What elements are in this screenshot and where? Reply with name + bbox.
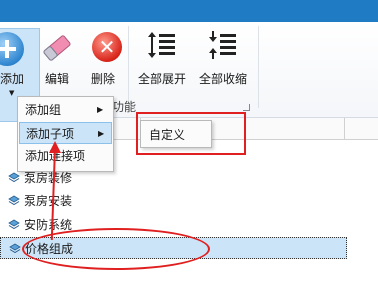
expand-all-button[interactable]: 全部展开 (134, 28, 190, 86)
delete-x-icon: ✕ (92, 32, 122, 62)
add-dropdown-menu: 添加组 ▶ 添加子项 ▶ 添加连接项 (17, 96, 114, 172)
ribbon-separator (258, 26, 259, 108)
collapse-all-button[interactable]: 全部收缩 (195, 28, 251, 86)
annotation-arrow-head (49, 141, 61, 153)
ribbon-separator (128, 26, 129, 108)
stack-layers-icon (8, 172, 20, 183)
expand-list-icon (148, 32, 175, 58)
collapse-all-label: 全部收缩 (198, 72, 247, 86)
chevron-down-icon: ▼ (9, 89, 15, 97)
menu-item-add-group[interactable]: 添加组 ▶ (19, 99, 112, 121)
stack-layers-icon (8, 219, 20, 230)
expand-all-label: 全部展开 (137, 72, 186, 86)
header-divider (344, 118, 345, 139)
delete-button-label: 删除 (90, 72, 115, 86)
edit-button-label: 编辑 (44, 72, 69, 86)
stack-layers-icon (8, 195, 20, 206)
submenu-arrow-icon: ▶ (98, 129, 105, 138)
app-title-bar (0, 0, 378, 22)
menu-item-add-child[interactable]: 添加子项 ▶ (19, 122, 112, 144)
ribbon-group-label: 功能 (112, 100, 137, 114)
menu-item-label: 添加组 (25, 103, 62, 117)
eraser-icon (43, 35, 71, 61)
menu-item-add-link[interactable]: 添加连接项 (19, 145, 112, 167)
submenu-arrow-icon: ▶ (97, 105, 104, 114)
tree-item-label: 泵房安装 (24, 194, 73, 208)
stack-layers-icon (9, 243, 21, 254)
annotation-highlight-box (136, 112, 246, 155)
collapse-list-icon (209, 31, 236, 59)
edit-button[interactable]: 编辑 (38, 28, 76, 86)
group-launcher-icon[interactable] (243, 104, 250, 111)
add-button-label: 添加 (0, 72, 24, 86)
